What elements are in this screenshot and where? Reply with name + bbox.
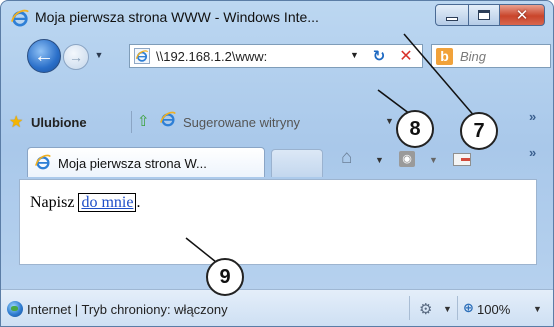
feeds-dropdown-icon[interactable]: ▼ bbox=[429, 155, 438, 165]
home-icon[interactable]: ⌂ bbox=[341, 147, 352, 169]
page-text-before: Napisz bbox=[30, 194, 79, 211]
browser-window: Moja pierwsza strona WWW - Windows Inte.… bbox=[0, 0, 554, 327]
title-bar[interactable]: Moja pierwsza strona WWW - Windows Inte.… bbox=[1, 1, 553, 35]
chevron-more-icon[interactable]: » bbox=[529, 109, 536, 124]
page-paragraph: Napisz do mnie. bbox=[30, 193, 141, 212]
status-bar: Internet | Tryb chroniony: włączony ⚙ ▼ … bbox=[1, 289, 553, 326]
zoom-level[interactable]: 100% bbox=[477, 302, 510, 317]
navigation-bar: ← → ▼ \\192.168.1.2\www: ▼ ↻ ✕ b Bing bbox=[1, 39, 553, 75]
history-dropdown-icon[interactable]: ▼ bbox=[93, 50, 105, 62]
mail-icon[interactable] bbox=[453, 153, 471, 166]
protected-mode-icon[interactable]: ⚙ bbox=[419, 300, 432, 318]
refresh-icon[interactable]: ↻ bbox=[368, 47, 390, 65]
zoom-icon[interactable]: ⊕ bbox=[463, 300, 474, 316]
address-dropdown-icon[interactable]: ▼ bbox=[350, 50, 359, 60]
feeds-icon[interactable]: ◉ bbox=[399, 151, 415, 167]
tab-page-icon bbox=[34, 153, 52, 171]
separator bbox=[457, 296, 458, 320]
page-text-after: . bbox=[136, 194, 141, 211]
callout-8: 8 bbox=[396, 110, 434, 148]
home-dropdown-icon[interactable]: ▼ bbox=[375, 155, 384, 165]
ie-logo-icon bbox=[11, 9, 29, 27]
minimize-button[interactable] bbox=[435, 4, 469, 26]
protected-dropdown-icon[interactable]: ▼ bbox=[443, 304, 452, 314]
forward-button[interactable]: → bbox=[63, 44, 89, 70]
favorites-button[interactable]: Ulubione bbox=[31, 115, 87, 130]
back-arrow-icon: ← bbox=[34, 44, 54, 67]
caption-buttons: ✕ bbox=[435, 4, 545, 26]
separator bbox=[409, 296, 410, 320]
stop-icon[interactable]: ✕ bbox=[396, 46, 416, 66]
address-bar[interactable]: \\192.168.1.2\www: ▼ ↻ ✕ bbox=[129, 44, 423, 68]
close-icon: ✕ bbox=[515, 7, 529, 24]
close-button[interactable]: ✕ bbox=[499, 4, 545, 26]
chevron-more-icon[interactable]: » bbox=[529, 145, 536, 160]
search-box[interactable]: b Bing bbox=[431, 44, 551, 68]
tab-title: Moja pierwsza strona W... bbox=[58, 156, 207, 171]
favorites-star-icon: ★ bbox=[9, 114, 24, 131]
forward-arrow-icon: → bbox=[69, 49, 83, 65]
suggested-sites-icon bbox=[159, 110, 177, 128]
callout-7: 7 bbox=[460, 112, 498, 150]
suggested-dropdown-icon[interactable]: ▼ bbox=[385, 116, 394, 126]
back-button[interactable]: ← bbox=[27, 39, 61, 73]
new-tab-button[interactable] bbox=[271, 149, 323, 177]
window-title: Moja pierwsza strona WWW - Windows Inte.… bbox=[35, 9, 319, 25]
page-content: Napisz do mnie. bbox=[19, 179, 537, 265]
search-input[interactable]: Bing bbox=[460, 49, 486, 64]
mailto-link[interactable]: do mnie bbox=[78, 193, 137, 212]
bing-logo-icon: b bbox=[436, 48, 453, 65]
suggested-sites-button[interactable]: Sugerowane witryny bbox=[183, 115, 300, 130]
separator bbox=[131, 111, 132, 133]
maximize-button[interactable] bbox=[469, 4, 499, 26]
minimize-icon bbox=[446, 17, 458, 21]
zone-status-text: Internet | Tryb chroniony: włączony bbox=[27, 302, 228, 317]
maximize-icon bbox=[478, 10, 490, 20]
page-icon bbox=[134, 48, 150, 64]
address-input[interactable]: \\192.168.1.2\www: bbox=[156, 49, 342, 64]
zoom-dropdown-icon[interactable]: ▼ bbox=[533, 304, 542, 314]
internet-zone-icon bbox=[7, 301, 23, 317]
tab-active[interactable]: Moja pierwsza strona W... bbox=[27, 147, 265, 177]
callout-9: 9 bbox=[206, 258, 244, 296]
add-favorite-icon[interactable]: ⇧ bbox=[137, 112, 150, 130]
